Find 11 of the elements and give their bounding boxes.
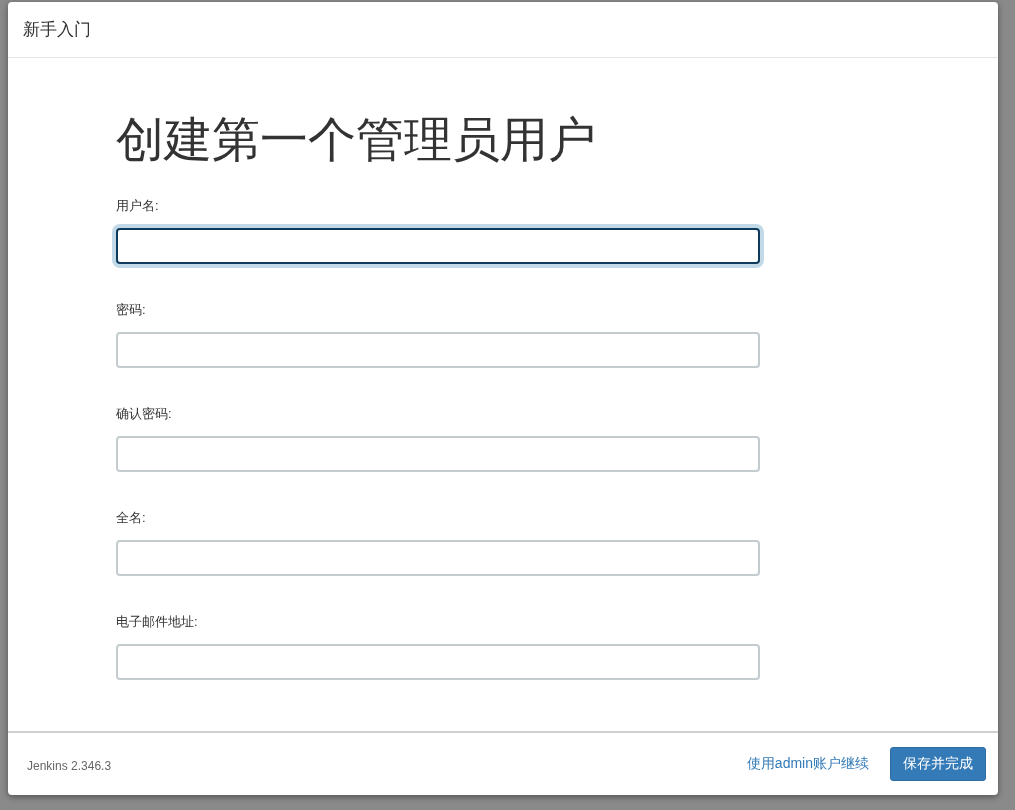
- continue-as-admin-link[interactable]: 使用admin账户继续: [746, 755, 869, 773]
- field-label: 全名:: [116, 510, 147, 526]
- input-field[interactable]: [116, 228, 760, 264]
- field-label: 密码:: [116, 302, 147, 318]
- field-label: 确认密码:: [116, 406, 173, 422]
- field-label: 电子邮件地址:: [116, 614, 199, 630]
- version-text: Jenkins 2.346.3: [27, 758, 113, 773]
- field-label: 用户名:: [116, 198, 160, 214]
- dialog-title: 新手入门: [23, 19, 91, 41]
- page-heading: 创建第一个管理员用户: [116, 112, 597, 168]
- save-and-finish-button[interactable]: 保存并完成: [890, 747, 986, 781]
